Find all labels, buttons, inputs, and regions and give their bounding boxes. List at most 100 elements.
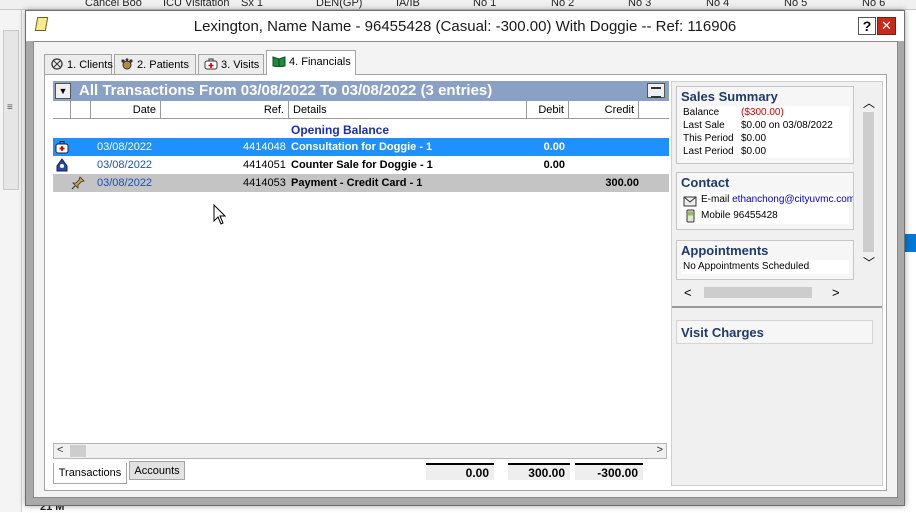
tab-label: 3. Visits bbox=[221, 59, 260, 71]
visit-charges-section[interactable]: Visit Charges bbox=[676, 320, 873, 344]
email-icon bbox=[683, 196, 697, 207]
transaction-credit bbox=[573, 156, 639, 174]
appointments-card: Appointments No Appointments Scheduled bbox=[676, 240, 854, 280]
mobile-label-text: Mobile bbox=[701, 210, 731, 221]
scroll-up-arrow-icon[interactable]: ︿ bbox=[863, 94, 875, 111]
tab-patients[interactable]: 2. Patients bbox=[114, 54, 196, 74]
scrollbar-thumb[interactable] bbox=[863, 112, 874, 252]
transaction-row[interactable]: 03/08/2022 4414048 Consultation for Dogg… bbox=[53, 138, 669, 156]
client-financials-window: Lexington, Name Name - 96455428 (Casual:… bbox=[25, 10, 905, 506]
contact-email-label: E-mail ethanchong@cityuvmc.com bbox=[701, 192, 853, 208]
close-button[interactable]: ✕ bbox=[877, 17, 896, 35]
column-header-details[interactable]: Details bbox=[289, 101, 527, 119]
summary-value: $0.00 bbox=[741, 146, 767, 157]
transaction-row[interactable]: 03/08/2022 4414051 Counter Sale for Dogg… bbox=[53, 156, 669, 174]
transactions-title: All Transactions From 03/08/2022 To 03/0… bbox=[79, 82, 493, 99]
financials-tab-panel: ▼ All Transactions From 03/08/2022 To 03… bbox=[44, 74, 887, 491]
summary-key: Last Period bbox=[683, 146, 734, 157]
transaction-date: 03/08/2022 bbox=[97, 159, 153, 171]
patients-icon bbox=[121, 58, 133, 70]
window-title: Lexington, Name Name - 96455428 (Casual:… bbox=[193, 18, 737, 35]
transactions-horizontal-scrollbar[interactable]: < > bbox=[53, 443, 667, 459]
contact-email-link[interactable]: ethanchong@cityuvmc.com bbox=[732, 194, 853, 205]
transaction-details: Consultation for Doggie - 1 bbox=[291, 141, 433, 153]
medical-bag-icon bbox=[55, 141, 69, 154]
bg-header-cell: No 5 bbox=[784, 0, 808, 9]
transaction-row[interactable]: 03/08/2022 4414053 Payment - Credit Card… bbox=[53, 174, 669, 192]
scroll-left-arrow-icon[interactable]: < bbox=[57, 444, 63, 456]
scrollbar-thumb[interactable] bbox=[70, 445, 86, 457]
appointments-title: Appointments bbox=[681, 243, 769, 258]
title-bar[interactable]: Lexington, Name Name - 96455428 (Casual:… bbox=[26, 11, 904, 41]
transactions-header: ▼ All Transactions From 03/08/2022 To 03… bbox=[53, 81, 669, 101]
clients-icon bbox=[51, 58, 63, 70]
background-selected-cell bbox=[904, 234, 916, 252]
bg-header-cell: No 3 bbox=[628, 0, 652, 9]
transaction-date: 03/08/2022 bbox=[97, 177, 153, 189]
window-client-area: 1. Clients 2. Patients 3. Visits 4. Fina… bbox=[33, 41, 898, 498]
column-header-date[interactable]: Date bbox=[91, 101, 161, 119]
summary-value: $0.00 bbox=[741, 133, 767, 144]
visits-icon bbox=[204, 58, 218, 70]
bg-header-cell: No 6 bbox=[862, 0, 886, 9]
contact-email-line: E-mail ethanchong@cityuvmc.com bbox=[681, 192, 853, 208]
contact-card: Contact E-mail ethanchong@cityuvmc.com M… bbox=[676, 172, 854, 230]
total-balance: -300.00 bbox=[575, 463, 643, 480]
panel-divider bbox=[672, 306, 882, 308]
tab-label: 1. Clients bbox=[67, 59, 113, 71]
transaction-ref: 4414053 bbox=[243, 177, 286, 189]
column-header-flag[interactable] bbox=[71, 101, 91, 119]
opening-balance-label: Opening Balance bbox=[291, 123, 390, 137]
summary-value: ($300.00) bbox=[741, 107, 784, 118]
summary-key: Balance bbox=[683, 107, 720, 118]
column-settings-icon[interactable] bbox=[647, 83, 665, 98]
help-button[interactable]: ? bbox=[858, 17, 876, 35]
summary-row-last-sale: Last Sale $0.00 on 03/08/2022 bbox=[681, 119, 849, 132]
bg-header-cell: IA/IB bbox=[396, 0, 420, 9]
column-header-debit[interactable]: Debit bbox=[527, 101, 569, 119]
column-header-icon[interactable] bbox=[53, 101, 71, 119]
scroll-down-arrow-icon[interactable]: ﹀ bbox=[863, 254, 875, 271]
column-header-ref[interactable]: Ref. bbox=[161, 101, 289, 119]
tab-clients[interactable]: 1. Clients bbox=[44, 54, 113, 74]
background-column-headers: Cancel Boo ICU Visitation Sx 1 DEN(GP) I… bbox=[0, 0, 916, 10]
contact-body: E-mail ethanchong@cityuvmc.com Mobile 96… bbox=[681, 192, 853, 224]
scroll-right-arrow-icon[interactable]: > bbox=[657, 444, 663, 456]
summary-horizontal-scrollbar[interactable]: < > bbox=[678, 284, 853, 300]
transaction-credit bbox=[573, 138, 639, 156]
grip-icon: ≡ bbox=[7, 102, 13, 113]
financials-icon bbox=[272, 56, 286, 67]
total-credit: 300.00 bbox=[508, 463, 570, 480]
tab-visits[interactable]: 3. Visits bbox=[198, 54, 264, 74]
tab-financials[interactable]: 4. Financials bbox=[266, 50, 356, 75]
bg-header-cell: No 1 bbox=[473, 0, 497, 9]
email-label-text: E-mail bbox=[701, 194, 730, 205]
transaction-debit bbox=[527, 174, 565, 192]
column-header-credit[interactable]: Credit bbox=[569, 101, 639, 119]
filter-dropdown-button[interactable]: ▼ bbox=[55, 83, 71, 99]
bg-header-cell: No 4 bbox=[706, 0, 730, 9]
sales-summary-card: Sales Summary Balance ($300.00) Last Sal… bbox=[676, 86, 854, 164]
mobile-phone-icon bbox=[686, 209, 695, 223]
bg-header-cell: No 2 bbox=[551, 0, 575, 9]
transaction-details: Counter Sale for Doggie - 1 bbox=[291, 159, 433, 171]
scroll-right-arrow-icon[interactable]: > bbox=[832, 285, 840, 300]
tab-accounts[interactable]: Accounts bbox=[129, 461, 185, 480]
column-headers: Date Ref. Details Debit Credit bbox=[53, 101, 669, 119]
summary-key: This Period bbox=[683, 133, 734, 144]
bg-header-cell: ICU Visitation bbox=[163, 0, 230, 9]
scrollbar-thumb[interactable] bbox=[704, 287, 812, 298]
tab-label: 4. Financials bbox=[289, 56, 351, 68]
contact-mobile-number: 96455428 bbox=[733, 210, 778, 221]
counter-sale-icon bbox=[56, 158, 68, 172]
client-summary-panel: Sales Summary Balance ($300.00) Last Sal… bbox=[671, 81, 883, 486]
tab-label: 2. Patients bbox=[137, 59, 189, 71]
summary-value: $0.00 on 03/08/2022 bbox=[741, 120, 833, 131]
summary-vertical-scrollbar[interactable]: ︿ ﹀ bbox=[860, 92, 877, 272]
transaction-debit: 0.00 bbox=[543, 159, 565, 171]
tab-transactions[interactable]: Transactions bbox=[53, 463, 127, 484]
transaction-debit: 0.00 bbox=[543, 141, 565, 153]
summary-row-last-period: Last Period $0.00 bbox=[681, 145, 849, 158]
scroll-left-arrow-icon[interactable]: < bbox=[684, 285, 692, 300]
mouse-cursor-icon bbox=[213, 204, 227, 225]
